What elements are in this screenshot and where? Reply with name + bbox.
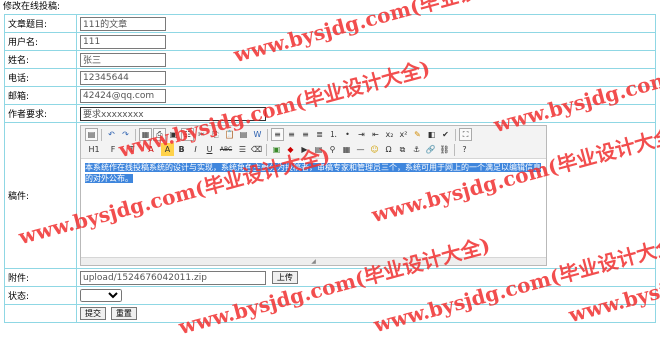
anchor-icon[interactable]: ⚓ xyxy=(410,143,423,156)
cut-icon[interactable]: ✂ xyxy=(195,128,208,141)
copy-icon[interactable]: ⎘ xyxy=(209,128,222,141)
author-req-input[interactable] xyxy=(80,106,266,121)
paste-text-icon[interactable]: ▤ xyxy=(237,128,250,141)
font-size-icon[interactable]: T xyxy=(123,143,141,156)
image-icon[interactable]: ▣ xyxy=(270,143,283,156)
bold-icon[interactable]: B xyxy=(175,143,188,156)
attachment-label: 附件: xyxy=(4,268,77,287)
phone-label: 电话: xyxy=(4,68,77,87)
name-input[interactable] xyxy=(80,52,166,67)
upload-button[interactable]: 上传 xyxy=(271,270,298,284)
remove-format-icon[interactable]: ⌫ xyxy=(250,143,263,156)
unordered-list-icon[interactable]: • xyxy=(341,128,354,141)
superscript-icon[interactable]: x² xyxy=(397,128,410,141)
fullscreen-icon[interactable]: ⛶ xyxy=(459,128,472,141)
preview-icon[interactable]: ▣ xyxy=(167,128,180,141)
undo-icon[interactable]: ↶ xyxy=(105,128,118,141)
source-icon[interactable]: ▤ xyxy=(85,128,98,141)
about-icon[interactable]: ? xyxy=(458,143,471,156)
username-label: 用户名: xyxy=(4,32,77,51)
media-icon[interactable]: ▶ xyxy=(298,143,311,156)
row-status: 状态: xyxy=(4,286,656,305)
manuscript-content: 本系统作在线投稿系统的设计与实现，系统角色主要分为投稿者，审稿专家和管理员三个，… xyxy=(85,163,541,183)
row-email: 邮箱: xyxy=(4,86,656,105)
link-icon[interactable]: 🔗 xyxy=(424,143,437,156)
status-label: 状态: xyxy=(4,286,77,305)
row-article-title: 文章题目: xyxy=(4,14,656,33)
paste-icon[interactable]: 📋 xyxy=(223,128,236,141)
article-title-input[interactable] xyxy=(80,16,166,31)
ordered-list-icon[interactable]: ⒈ xyxy=(327,128,340,141)
row-name: 姓名: xyxy=(4,50,656,69)
table-icon[interactable]: ▦ xyxy=(340,143,353,156)
author-req-label: 作者要求: xyxy=(4,104,77,123)
font-color-icon[interactable]: A xyxy=(142,143,160,156)
emoticon-icon[interactable]: ☺ xyxy=(368,143,381,156)
editor-content-area[interactable]: 本系统作在线投稿系统的设计与实现，系统角色主要分为投稿者，审稿专家和管理员三个，… xyxy=(81,159,546,257)
background-color-icon[interactable]: A xyxy=(161,143,174,156)
outdent-icon[interactable]: ⇤ xyxy=(369,128,382,141)
font-family-icon[interactable]: F xyxy=(104,143,122,156)
row-phone: 电话: xyxy=(4,68,656,87)
editor-resize-handle[interactable]: ◢ xyxy=(81,257,546,265)
username-input[interactable] xyxy=(80,34,166,49)
reset-button[interactable]: 重置 xyxy=(110,307,137,320)
phone-input[interactable] xyxy=(80,70,166,85)
email-input[interactable] xyxy=(80,88,166,103)
status-select[interactable] xyxy=(80,289,122,302)
attachment-icon[interactable]: ⚲ xyxy=(326,143,339,156)
row-attachment: 附件: 上传 xyxy=(4,268,656,287)
align-center-icon[interactable]: ≡ xyxy=(285,128,298,141)
edit-form: 文章题目: 用户名: 姓名: 电话: 邮箱: 作者要求: 稿件: ▤ ↶ xyxy=(4,14,656,323)
row-username: 用户名: xyxy=(4,32,656,51)
attachment-input[interactable] xyxy=(80,270,266,285)
redo-icon[interactable]: ↷ xyxy=(119,128,132,141)
clear-format-icon[interactable]: ✎ xyxy=(411,128,424,141)
paste-word-icon[interactable]: W xyxy=(251,128,264,141)
strikethrough-icon[interactable]: ABC xyxy=(217,143,235,156)
subscript-icon[interactable]: x₂ xyxy=(383,128,396,141)
article-title-label: 文章题目: xyxy=(4,14,77,33)
submit-button[interactable]: 提交 xyxy=(80,307,106,320)
name-label: 姓名: xyxy=(4,50,77,69)
row-actions: 提交 重置 xyxy=(4,304,656,323)
justify-icon[interactable]: ≣ xyxy=(313,128,326,141)
page-title: 修改在线投稿: xyxy=(3,2,61,12)
heading-icon[interactable]: H1 xyxy=(85,143,103,156)
rich-text-editor: ▤ ↶ ↷ ▦ ⎙ ▣ ☷ ✂ ⎘ 📋 ▤ W ≡ ≡ ≡ ≣ ⒈ • ⇥ ⇤ … xyxy=(80,125,547,266)
underline-icon[interactable]: U xyxy=(203,143,216,156)
align-right-icon[interactable]: ≡ xyxy=(299,128,312,141)
code-icon[interactable]: ☷ xyxy=(181,128,194,141)
email-label: 邮箱: xyxy=(4,86,77,105)
select-all-icon[interactable]: ◧ xyxy=(425,128,438,141)
unlink-icon[interactable]: ⛓ xyxy=(438,143,451,156)
align-left-icon[interactable]: ≡ xyxy=(271,128,284,141)
special-char-icon[interactable]: Ω xyxy=(382,143,395,156)
template-icon[interactable]: ▦ xyxy=(139,128,152,141)
row-manuscript: 稿件: ▤ ↶ ↷ ▦ ⎙ ▣ ☷ ✂ ⎘ 📋 ▤ W ≡ ≡ ≡ ≣ ⒈ • … xyxy=(4,122,656,269)
flash-icon[interactable]: ◆ xyxy=(284,143,297,156)
page-break-icon[interactable]: ⧉ xyxy=(396,143,409,156)
print-icon[interactable]: ⎙ xyxy=(153,128,166,141)
spellcheck-icon[interactable]: ✔ xyxy=(439,128,452,141)
manuscript-label: 稿件: xyxy=(4,122,77,269)
editor-toolbar: ▤ ↶ ↷ ▦ ⎙ ▣ ☷ ✂ ⎘ 📋 ▤ W ≡ ≡ ≡ ≣ ⒈ • ⇥ ⇤ … xyxy=(81,126,546,159)
hr-icon[interactable]: — xyxy=(354,143,367,156)
italic-icon[interactable]: I xyxy=(189,143,202,156)
indent-icon[interactable]: ⇥ xyxy=(355,128,368,141)
line-height-icon[interactable]: ☰ xyxy=(236,143,249,156)
row-author-req: 作者要求: xyxy=(4,104,656,123)
insert-file-icon[interactable]: ▤ xyxy=(312,143,325,156)
